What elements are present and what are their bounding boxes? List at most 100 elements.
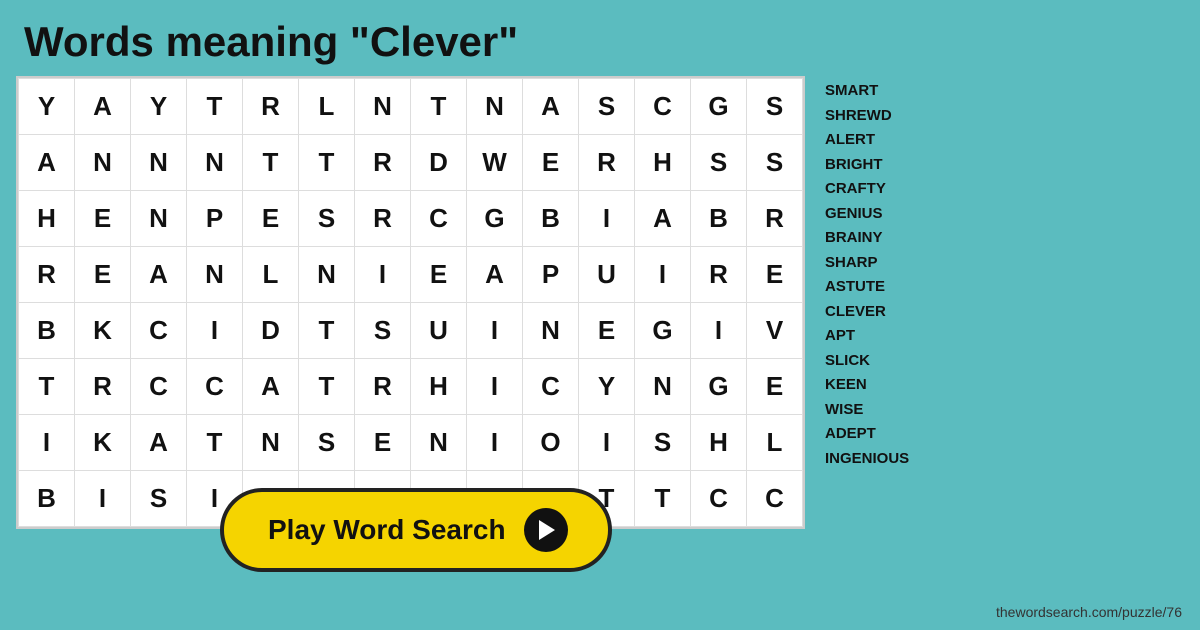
grid-cell: R — [355, 191, 411, 247]
grid-cell: S — [635, 415, 691, 471]
grid-cell: S — [131, 471, 187, 527]
grid-cell: T — [635, 471, 691, 527]
grid-cell: I — [467, 359, 523, 415]
grid-cell: T — [299, 135, 355, 191]
grid-cell: T — [19, 359, 75, 415]
grid-cell: E — [243, 191, 299, 247]
grid-cell: W — [467, 135, 523, 191]
grid-cell: N — [299, 247, 355, 303]
grid-cell: G — [635, 303, 691, 359]
grid-cell: H — [691, 415, 747, 471]
grid-cell: A — [523, 79, 579, 135]
grid-cell: R — [243, 79, 299, 135]
grid-cell: I — [355, 247, 411, 303]
grid-cell: R — [355, 135, 411, 191]
grid-cell: C — [131, 359, 187, 415]
grid-cell: N — [131, 135, 187, 191]
grid-cell: L — [747, 415, 803, 471]
grid-cell: N — [635, 359, 691, 415]
grid-cell: I — [467, 303, 523, 359]
grid-cell: E — [355, 415, 411, 471]
grid-cell: B — [19, 471, 75, 527]
grid-cell: N — [131, 191, 187, 247]
word-list-item: ASTUTE — [825, 276, 929, 299]
grid-cell: A — [75, 79, 131, 135]
grid-cell: Y — [131, 79, 187, 135]
grid-cell: R — [747, 191, 803, 247]
play-icon — [524, 508, 568, 552]
grid-cell: S — [747, 135, 803, 191]
word-list-item: SMART — [825, 80, 929, 103]
grid-cell: T — [299, 359, 355, 415]
grid-cell: S — [747, 79, 803, 135]
play-word-search-button[interactable]: Play Word Search — [220, 488, 612, 572]
word-list-item: APT — [825, 325, 929, 348]
grid-cell: E — [75, 247, 131, 303]
grid-cell: C — [635, 79, 691, 135]
grid-cell: N — [523, 303, 579, 359]
grid-cell: G — [467, 191, 523, 247]
grid-cell: D — [243, 303, 299, 359]
grid-cell: T — [299, 303, 355, 359]
grid-cell: N — [187, 135, 243, 191]
grid-cell: I — [635, 247, 691, 303]
grid-cell: A — [19, 135, 75, 191]
grid-cell: I — [19, 415, 75, 471]
word-list-item: KEEN — [825, 374, 929, 397]
grid-cell: A — [131, 247, 187, 303]
grid-cell: E — [747, 359, 803, 415]
grid-cell: K — [75, 303, 131, 359]
grid-cell: S — [299, 191, 355, 247]
grid-cell: U — [411, 303, 467, 359]
word-list-item: CLEVER — [825, 301, 929, 324]
word-list-item: GENIUS — [825, 203, 929, 226]
grid-cell: R — [75, 359, 131, 415]
word-list-item: SLICK — [825, 350, 929, 373]
grid-cell: I — [579, 415, 635, 471]
grid-cell: U — [579, 247, 635, 303]
grid-cell: S — [299, 415, 355, 471]
grid-cell: B — [19, 303, 75, 359]
grid-cell: S — [355, 303, 411, 359]
grid-cell: L — [299, 79, 355, 135]
word-list-item: BRAINY — [825, 227, 929, 250]
grid-cell: I — [691, 303, 747, 359]
word-search-grid[interactable]: YAYTRLNTNASCGSANNNTTRDWERHSSHENPESRCGBIA… — [16, 76, 805, 529]
word-list-item: WISE — [825, 399, 929, 422]
grid-cell: O — [523, 415, 579, 471]
grid-cell: E — [523, 135, 579, 191]
grid-cell: I — [579, 191, 635, 247]
grid-cell: I — [187, 303, 243, 359]
grid-cell: D — [411, 135, 467, 191]
word-list-item: ADEPT — [825, 423, 929, 446]
grid-cell: P — [523, 247, 579, 303]
grid-cell: C — [131, 303, 187, 359]
grid-cell: Y — [579, 359, 635, 415]
grid-wrapper: YAYTRLNTNASCGSANNNTTRDWERHSSHENPESRCGBIA… — [16, 76, 805, 529]
grid-cell: A — [243, 359, 299, 415]
grid-cell: C — [747, 471, 803, 527]
play-button-label: Play Word Search — [268, 514, 506, 546]
word-list-item: SHREWD — [825, 105, 929, 128]
grid-cell: N — [355, 79, 411, 135]
grid-cell: N — [411, 415, 467, 471]
word-list: SMARTSHREWDALERTBRIGHTCRAFTYGENIUSBRAINY… — [817, 76, 937, 474]
grid-cell: R — [579, 135, 635, 191]
grid-cell: G — [691, 79, 747, 135]
grid-cell: N — [187, 247, 243, 303]
grid-cell: S — [691, 135, 747, 191]
page-title: Words meaning "Clever" — [0, 0, 1200, 76]
grid-cell: B — [691, 191, 747, 247]
grid-cell: N — [243, 415, 299, 471]
grid-cell: G — [691, 359, 747, 415]
grid-table: YAYTRLNTNASCGSANNNTTRDWERHSSHENPESRCGBIA… — [18, 78, 803, 527]
grid-cell: H — [19, 191, 75, 247]
grid-cell: E — [747, 247, 803, 303]
grid-cell: Y — [19, 79, 75, 135]
grid-cell: T — [187, 415, 243, 471]
main-area: YAYTRLNTNASCGSANNNTTRDWERHSSHENPESRCGBIA… — [0, 76, 1200, 529]
grid-cell: N — [75, 135, 131, 191]
grid-cell: C — [187, 359, 243, 415]
grid-cell: A — [131, 415, 187, 471]
word-list-item: BRIGHT — [825, 154, 929, 177]
